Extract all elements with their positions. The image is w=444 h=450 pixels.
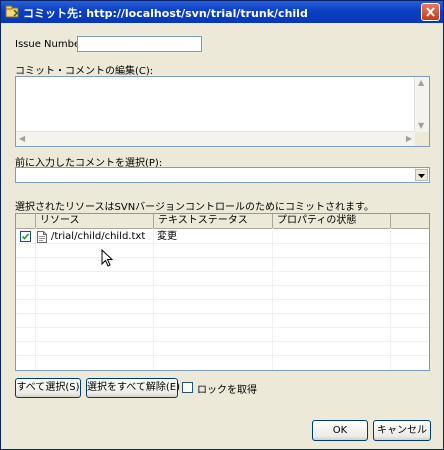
deselect-all-button[interactable]: 選択をすべて解除(E) <box>86 378 180 398</box>
header-check-col <box>16 214 36 228</box>
grid-line <box>16 257 429 258</box>
issue-number-input[interactable] <box>77 36 202 52</box>
close-icon <box>426 7 435 17</box>
scroll-right-icon: ▶ <box>405 134 412 143</box>
resource-table[interactable]: リソース テキストステータス プロパティの状態 /trial/child/chi… <box>15 213 430 371</box>
mouse-cursor-icon <box>101 249 113 267</box>
lock-checkbox[interactable] <box>182 382 193 393</box>
scroll-left-icon: ◀ <box>19 134 26 143</box>
cancel-button[interactable]: キャンセル <box>373 420 431 441</box>
header-text-status[interactable]: テキストステータス <box>154 214 273 228</box>
resources-caption: 選択されたリソースはSVNバージョンコントロールのためにコミットされます。 <box>15 202 374 213</box>
lock-label: ロックを取得 <box>197 385 257 396</box>
comment-vertical-scrollbar[interactable]: ▲ ▼ <box>414 77 429 132</box>
window-title: コミット先: http://localhost/svn/trial/trunk/… <box>23 7 308 20</box>
scroll-down-icon: ▼ <box>418 121 425 130</box>
header-resource[interactable]: リソース <box>36 214 154 228</box>
commit-dialog: コミット先: http://localhost/svn/trial/trunk/… <box>0 0 444 450</box>
commit-comment-label: コミット・コメントの編集(C): <box>15 66 154 77</box>
grid-line <box>16 355 429 356</box>
subversion-icon <box>5 5 19 18</box>
grid-line <box>16 327 429 328</box>
header-property-status[interactable]: プロパティの状態 <box>273 214 391 228</box>
select-all-button[interactable]: すべて選択(S) <box>15 378 81 398</box>
grid-line <box>16 285 429 286</box>
grid-line <box>16 341 429 342</box>
table-row[interactable]: /trial/child/child.txt 変更 <box>16 230 429 244</box>
checkmark-icon <box>21 233 30 240</box>
grid-line <box>16 299 429 300</box>
ok-button[interactable]: OK <box>312 420 368 441</box>
row-text-status: 変更 <box>157 231 177 242</box>
commit-comment-textarea[interactable]: ▲ ▼ ◀ ▶ <box>15 76 430 147</box>
grid-line <box>16 313 429 314</box>
previous-comment-combo[interactable] <box>15 167 430 183</box>
row-checkbox[interactable] <box>20 231 31 242</box>
dropdown-button[interactable] <box>415 169 428 181</box>
title-bar[interactable]: コミット先: http://localhost/svn/trial/trunk/… <box>1 1 443 23</box>
scrollbar-corner <box>415 132 429 146</box>
table-header: リソース テキストステータス プロパティの状態 <box>16 214 429 229</box>
grid-line <box>16 271 429 272</box>
scroll-up-icon: ▲ <box>418 78 425 87</box>
row-resource-path: /trial/child/child.txt <box>51 231 146 242</box>
close-button[interactable] <box>421 3 440 21</box>
comment-horizontal-scrollbar[interactable]: ◀ ▶ <box>16 131 415 146</box>
file-icon <box>37 231 47 243</box>
chevron-down-icon <box>418 174 425 178</box>
